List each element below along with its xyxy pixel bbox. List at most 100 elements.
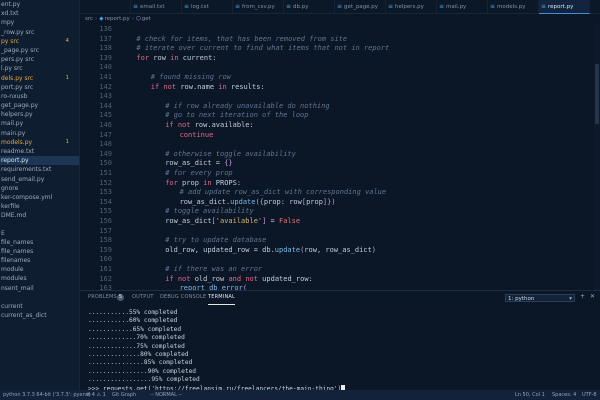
code-token: # check for items, that has been removed… [136,34,348,43]
code-line[interactable]: 147 continue [80,131,600,141]
code-editor[interactable]: 136 137 # check for items, that has been r… [80,24,600,290]
editor-scrollbar[interactable] [594,24,600,290]
line-number: 152 [99,178,112,187]
editor-tab[interactable]: ≡ from_csv.py [233,0,284,14]
terminal-select[interactable]: 1: python ▾ [505,294,575,302]
sidebar-item[interactable]: filenames [0,256,79,265]
editor-tab[interactable]: ≡ email.txt [131,0,182,14]
code-line[interactable]: 149 # otherwise toggle availability [80,150,600,160]
sidebar-item[interactable]: readme.txt [0,147,79,156]
scrollbar-thumb[interactable] [595,64,599,124]
tab-output[interactable]: OUTPUT [132,291,154,304]
sidebar-item[interactable]: current_as_dict [0,311,79,320]
editor-tab[interactable]: ≡ get_page.py [335,0,386,14]
code-line[interactable]: 156 row_as_dict['available'] = False [80,217,600,227]
code-line[interactable]: 159 old_row, updated_row = db.update(row,… [80,246,600,256]
sidebar-item[interactable]: models.py 1 [0,138,79,147]
sidebar-item[interactable]: port.py src [0,83,79,92]
tab-terminal[interactable]: TERMINAL [208,291,236,305]
terminal-output[interactable]: ...........55% completed ...........60% c… [88,309,588,393]
cursor-position[interactable]: Ln 50, Col 1 [515,390,545,400]
sidebar-item[interactable]: report.py [0,156,79,166]
file-icon: ≡ [184,3,190,10]
code-line[interactable]: 160 [80,255,600,265]
editor-tab[interactable]: ≡ log.txt [182,0,233,14]
code-token: row.name [176,82,219,91]
breadcrumb-folder[interactable]: src [85,16,93,22]
code-text: if not old_row and not updated_row: [165,275,313,285]
close-panel-icon[interactable]: ✕ [590,293,595,300]
git-graph-button[interactable]: Git Graph [112,390,136,400]
sidebar-item[interactable]: pers.py src [0,55,79,64]
sidebar-item[interactable]: E [0,229,79,238]
editor-tab[interactable]: ≡ models.py [488,0,539,14]
code-line[interactable]: 155 # toggle availability [80,207,600,217]
sidebar-item[interactable]: dels.py src 1 [0,74,79,83]
code-line[interactable]: 146 if not row.available: [80,121,600,131]
sidebar-item[interactable] [0,293,79,302]
indentation[interactable]: Spaces: 4 [552,390,576,400]
problems-indicator[interactable]: ⊗ 4 ⚠ 1 [86,390,106,400]
sidebar-item[interactable]: ro-nxusb [0,92,79,101]
code-line[interactable]: 138 # iterate over current to find what i… [80,44,600,54]
code-line[interactable]: 150 row_as_dict = {} [80,159,600,169]
sidebar-item[interactable]: get_page.py [0,101,79,110]
sidebar-item[interactable]: requirements.txt [0,165,79,174]
python-interpreter[interactable]: python 3.7.3 64-bit ('3.7.3': pyenv) [3,390,91,400]
code-line[interactable]: 154 row_as_dict.update({prop: row[prop]}) [80,198,600,208]
code-line[interactable]: 158 # try to update database [80,236,600,246]
code-line[interactable]: 145 # go to next iteration of the loop [80,111,600,121]
sidebar-item[interactable]: module [0,265,79,274]
code-line[interactable]: 139 for row in current: [80,54,600,64]
editor-tab[interactable]: ≡ mail.py [437,0,488,14]
sidebar-item[interactable]: send_email.py [0,175,79,184]
sidebar-item[interactable]: ker-compose.yml [0,193,79,202]
code-line[interactable]: 143 [80,92,600,102]
sidebar-item[interactable]: current [0,302,79,311]
editor-tab[interactable] [80,0,131,14]
editor-tab[interactable]: ≡ db.py [284,0,335,14]
code-token: = [266,217,279,225]
code-line[interactable]: 148 [80,140,600,150]
code-line[interactable]: 153 # add update row_as_dict with corresp… [80,188,600,198]
code-line[interactable]: 161 # if there was an error [80,265,600,275]
code-line[interactable]: 142 if not row.name in results: [80,83,600,93]
add-terminal-icon[interactable]: + [580,293,585,300]
sidebar-item[interactable]: ent.py [0,0,79,9]
code-line[interactable]: 137 # check for items, that has been remo… [80,35,600,45]
terminal-output-line: ..............80% completed [88,351,588,359]
editor-tab[interactable]: ≡ helpers.py [386,0,437,14]
sidebar-item[interactable]: mpy [0,18,79,27]
code-line[interactable]: 141 # found missing row [80,73,600,83]
breadcrumb-file[interactable]: report.py [104,16,129,22]
tab-problems[interactable]: PROBLEMS [88,291,117,304]
encoding[interactable]: UTF-8 [582,390,597,400]
code-line[interactable]: 136 [80,25,600,35]
tab-debug-console[interactable]: DEBUG CONSOLE [160,291,206,304]
sidebar-item[interactable]: file_names [0,247,79,256]
sidebar-item[interactable]: gnore [0,184,79,193]
sidebar-item[interactable]: nsent_mail [0,284,79,293]
sidebar-item[interactable]: l.py src [0,64,79,73]
code-line[interactable]: 144 # if row already unavailable do nothi… [80,102,600,112]
sidebar-item[interactable]: _page.py src [0,46,79,55]
code-text: if not row.name in results: [151,83,265,93]
sidebar-item[interactable]: mail.py [0,119,79,128]
code-line[interactable]: 151 # for every prop [80,169,600,179]
sidebar-item[interactable]: helpers.py [0,110,79,119]
code-line[interactable]: 157 [80,227,600,237]
sidebar-item[interactable]: py src 4 [0,37,79,46]
sidebar-item[interactable]: modules [0,274,79,283]
editor-tab[interactable]: ≡ report.py [539,0,590,14]
sidebar-item[interactable]: DME.md [0,211,79,220]
sidebar-item[interactable]: _row.py src [0,28,79,37]
sidebar-item[interactable]: main.py [0,129,79,138]
sidebar-item[interactable]: xd.txt [0,9,79,18]
code-line[interactable]: 162 if not old_row and not updated_row: [80,275,600,285]
line-number: 155 [99,207,112,216]
breadcrumb-symbol[interactable]: get [142,16,151,22]
sidebar-item[interactable]: file_names [0,238,79,247]
code-line[interactable]: 140 [80,63,600,73]
code-line[interactable]: 152 for prop in PROPS: [80,179,600,189]
sidebar-item[interactable]: kerfile [0,202,79,211]
